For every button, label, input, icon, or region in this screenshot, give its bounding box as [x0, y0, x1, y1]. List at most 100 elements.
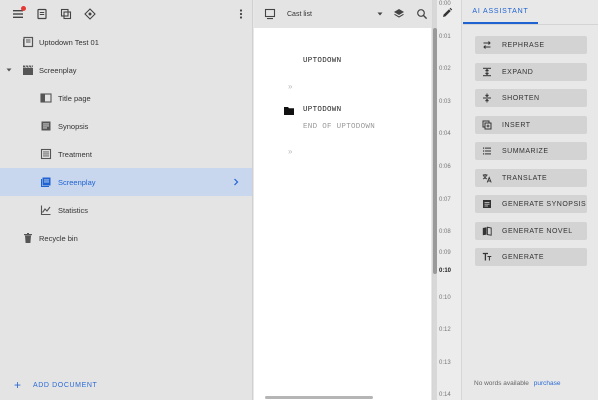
notes-icon [37, 8, 47, 20]
insert-button[interactable]: INSERT [475, 116, 587, 134]
generate-button[interactable]: GENERATE [475, 248, 587, 266]
scene-heading[interactable]: UPTODOWN [303, 57, 341, 65]
layout-toggle-button[interactable] [258, 2, 282, 26]
scene-marker[interactable]: » [288, 82, 292, 91]
cast-list-value: Cast list [287, 10, 312, 18]
tree-item-project[interactable]: Uptodown Test 01 [0, 28, 252, 56]
insert-icon [482, 120, 492, 130]
tree-item-title-page[interactable]: Title page [0, 84, 252, 112]
diamond-nav-icon [84, 8, 96, 20]
timeline-tick: 0:12 [439, 327, 451, 333]
tree-item-label: Title page [58, 93, 91, 103]
menu-button[interactable] [6, 2, 30, 26]
timeline-tick: 0:03 [439, 99, 451, 105]
folder-icon[interactable] [284, 106, 294, 115]
tree-item-label: Treatment [58, 149, 92, 159]
document-tree: Uptodown Test 01 Screenplay Title page S… [0, 28, 252, 252]
tree-item-statistics[interactable]: Statistics [0, 196, 252, 224]
list-icon [483, 147, 491, 155]
list-document-icon [40, 148, 52, 160]
navigator-sidebar: Uptodown Test 01 Screenplay Title page S… [0, 0, 253, 400]
expand-icon [483, 67, 491, 77]
horizontal-scrollbar[interactable] [265, 396, 373, 399]
sidebar-toolbar [0, 0, 252, 28]
generate-novel-button[interactable]: GENERATE NOVEL [475, 222, 587, 240]
compass-button[interactable] [78, 2, 102, 26]
tree-item-label: Screenplay [58, 177, 96, 187]
chart-icon [40, 204, 52, 216]
tree-item-label: Screenplay [39, 65, 77, 75]
copy-button[interactable] [54, 2, 78, 26]
caret-down-icon [377, 12, 383, 16]
timeline-tick: 0:08 [439, 229, 451, 235]
add-document-button[interactable]: + ADD DOCUMENT [14, 378, 97, 392]
search-icon [417, 9, 428, 20]
timeline-tick: 0:09 [439, 250, 451, 256]
timeline-tick: 0:13 [439, 360, 451, 366]
more-options-button[interactable] [229, 2, 253, 26]
tree-item-label: Recycle bin [39, 233, 78, 243]
search-button[interactable] [410, 2, 434, 26]
ai-assistant-panel: AI ASSISTANT REPHRASE EXPAND SHORTEN INS… [463, 0, 598, 400]
document-icon [483, 200, 491, 208]
tree-item-label: Synopsis [58, 121, 89, 131]
caret-down-icon[interactable] [6, 67, 12, 73]
timeline-tick: 0:14 [439, 392, 451, 398]
compress-icon [483, 93, 491, 103]
word-credits-footer: No words available purchase [474, 380, 560, 387]
layers-button[interactable] [387, 2, 411, 26]
timeline-scroll-thumb[interactable] [433, 28, 437, 274]
tab-divider [463, 24, 598, 25]
tree-item-screenplay[interactable]: Screenplay [0, 168, 252, 196]
editor-toolbar: Cast list [254, 0, 433, 28]
translate-button[interactable]: TRANSLATE [475, 169, 587, 187]
generate-synopsis-button[interactable]: GENERATE SYNOPSIS [475, 195, 587, 213]
shorten-button[interactable]: SHORTEN [475, 89, 587, 107]
timeline-strip[interactable]: 0:00 0:01 0:02 0:03 0:04 0:06 0:07 0:08 … [432, 0, 462, 400]
timeline-tick: 0:01 [439, 34, 451, 40]
timeline-tick: 0:10 [439, 295, 451, 301]
swap-icon [483, 41, 491, 49]
timeline-tick: 0:06 [439, 164, 451, 170]
expand-button[interactable]: EXPAND [475, 63, 587, 81]
tree-item-label: Uptodown Test 01 [39, 37, 99, 47]
clapperboard-icon [22, 64, 34, 76]
chevron-right-icon[interactable] [232, 178, 240, 186]
purchase-link[interactable]: purchase [534, 380, 561, 387]
timeline-tick: 0:02 [439, 66, 451, 72]
credits-status: No words available [474, 380, 529, 387]
timeline-tick: 0:07 [439, 197, 451, 203]
document-icon [40, 120, 52, 132]
more-vertical-icon [239, 9, 243, 19]
notification-dot [21, 6, 26, 11]
screenplay-icon [40, 176, 52, 188]
monitor-icon [264, 8, 276, 20]
text-format-icon [482, 252, 492, 261]
layers-icon [394, 9, 404, 18]
notes-button[interactable] [30, 2, 54, 26]
translate-icon [482, 174, 492, 183]
tree-item-label: Statistics [58, 205, 89, 215]
pencil-icon[interactable] [440, 6, 454, 20]
cast-list-select[interactable]: Cast list [287, 6, 383, 22]
trash-icon [22, 232, 34, 244]
book-open-icon [482, 226, 492, 236]
tree-item-screenplay-folder[interactable]: Screenplay [0, 56, 252, 84]
summarize-button[interactable]: SUMMARIZE [475, 142, 587, 160]
end-marker[interactable]: END OF UPTODOWN [303, 123, 375, 131]
book-icon [22, 36, 34, 48]
tree-item-synopsis[interactable]: Synopsis [0, 112, 252, 140]
scene-heading[interactable]: UPTODOWN [303, 106, 341, 114]
plus-icon: + [14, 378, 22, 392]
timeline-tick: 0:04 [439, 131, 451, 137]
tree-item-treatment[interactable]: Treatment [0, 140, 252, 168]
timeline-tick-current: 0:10 [439, 268, 452, 274]
tab-ai-assistant[interactable]: AI ASSISTANT [463, 0, 538, 24]
title-page-icon [40, 92, 52, 104]
add-document-label: ADD DOCUMENT [33, 381, 98, 389]
screenplay-editor[interactable]: UPTODOWN » UPTODOWN END OF UPTODOWN » [254, 28, 431, 400]
tree-item-recycle-bin[interactable]: Recycle bin [0, 224, 252, 252]
rephrase-button[interactable]: REPHRASE [475, 36, 587, 54]
scene-marker[interactable]: » [288, 147, 292, 156]
copy-icon [60, 8, 72, 20]
